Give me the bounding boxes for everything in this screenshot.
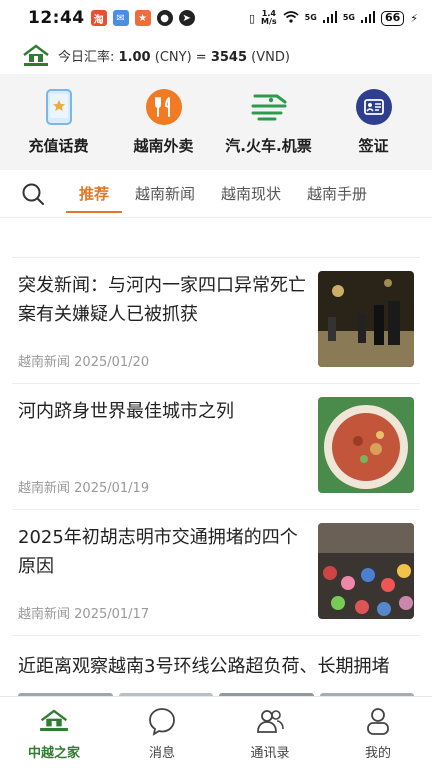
service-phone-recharge[interactable]: 充值话费 [9, 88, 109, 156]
news-thumbnail [318, 397, 414, 493]
tab-vietnam-news[interactable]: 越南新闻 [122, 170, 208, 218]
search-icon [22, 183, 44, 205]
contacts-icon [253, 704, 287, 738]
service-label: 越南外卖 [133, 136, 194, 155]
category-tabs: 推荐 越南新闻 越南现状 越南手册 [0, 170, 432, 218]
news-item[interactable]: 突发新闻：与河内一家四口异常死亡案有关嫌疑人已被抓获 越南新闻 2025/01/… [12, 258, 420, 384]
status-time: 12:44 [28, 8, 85, 28]
service-visa[interactable]: 签证 [324, 88, 424, 156]
home-logo-icon [37, 704, 71, 738]
nav-home[interactable]: 中越之家 [9, 704, 99, 761]
feed-divider [12, 218, 420, 258]
news-item[interactable]: 2025年初胡志明市交通拥堵的四个原因 越南新闻 2025/01/17 [12, 510, 420, 636]
food-delivery-icon [145, 88, 182, 125]
service-label: 充值话费 [28, 136, 89, 155]
news-title: 河内跻身世界最佳城市之列 [18, 401, 234, 422]
nav-label: 我的 [364, 746, 391, 761]
service-food-delivery[interactable]: 越南外卖 [114, 88, 214, 156]
news-item[interactable]: 河内跻身世界最佳城市之列 越南新闻 2025/01/19 [12, 384, 420, 510]
status-bar: 12:44 淘 ✉ ★ ● ➤ ▯ 1.4 M/s 5G 5G 66 ⚡ [0, 0, 432, 36]
nav-label: 消息 [148, 746, 175, 761]
nav-label: 通讯录 [250, 746, 290, 761]
nav-profile[interactable]: 我的 [333, 704, 423, 761]
phone-recharge-icon [41, 88, 77, 125]
vibrate-icon: ▯ [248, 11, 256, 25]
news-meta: 越南新闻 2025/01/20 [18, 355, 150, 370]
news-list: 突发新闻：与河内一家四口异常死亡案有关嫌疑人已被抓获 越南新闻 2025/01/… [0, 258, 432, 707]
tab-vietnam-status[interactable]: 越南现状 [208, 170, 294, 218]
exchange-rate-bar: 今日汇率: 1.00 (CNY) = 3545 (VND) [0, 36, 432, 74]
signal-1-label: 5G [304, 13, 317, 22]
app-logo-icon [22, 43, 50, 67]
battery-level: 66 [380, 10, 405, 26]
search-button[interactable] [18, 179, 48, 209]
chat-notification-icon: ● [156, 10, 173, 26]
exchange-rate-text: 今日汇率: 1.00 (CNY) = 3545 (VND) [58, 49, 290, 65]
messenger-notification-icon: ➤ [178, 10, 195, 26]
news-thumbnail [318, 523, 414, 619]
service-grid: 充值话费 越南外卖 汽.火车.机票 签证 [0, 74, 432, 170]
nav-contacts[interactable]: 通讯录 [225, 704, 315, 761]
news-title: 突发新闻：与河内一家四口异常死亡案有关嫌疑人已被抓获 [18, 275, 306, 325]
mail-notification-icon: ✉ [112, 10, 129, 26]
visa-icon [355, 88, 392, 125]
nav-label: 中越之家 [27, 746, 80, 761]
charging-icon: ⚡ [410, 11, 418, 25]
news-title: 2025年初胡志明市交通拥堵的四个原因 [18, 527, 298, 577]
message-icon [145, 704, 179, 738]
signal-1-icon [322, 10, 337, 26]
taobao-notification-icon: 淘 [90, 10, 107, 26]
profile-icon [361, 704, 395, 738]
service-ticket[interactable]: 汽.火车.机票 [219, 89, 319, 156]
service-label: 汽.火车.机票 [225, 136, 312, 155]
nav-messages[interactable]: 消息 [117, 704, 207, 761]
network-speed: 1.4 M/s [261, 9, 277, 26]
bottom-nav: 中越之家 消息 通讯录 我的 [0, 696, 432, 768]
wifi-icon [283, 10, 299, 26]
news-title: 近距离观察越南3号环线公路超负荷、长期拥堵 [18, 656, 390, 677]
news-meta: 越南新闻 2025/01/19 [18, 481, 150, 496]
app-notification-icon: ★ [134, 10, 151, 26]
train-ticket-icon [251, 89, 287, 125]
news-thumbnail [318, 271, 414, 367]
signal-2-label: 5G [342, 13, 355, 22]
news-meta: 越南新闻 2025/01/17 [18, 607, 150, 622]
signal-2-icon [360, 10, 375, 26]
tab-recommended[interactable]: 推荐 [66, 170, 123, 218]
service-label: 签证 [358, 136, 389, 155]
tab-vietnam-handbook[interactable]: 越南手册 [294, 170, 380, 218]
